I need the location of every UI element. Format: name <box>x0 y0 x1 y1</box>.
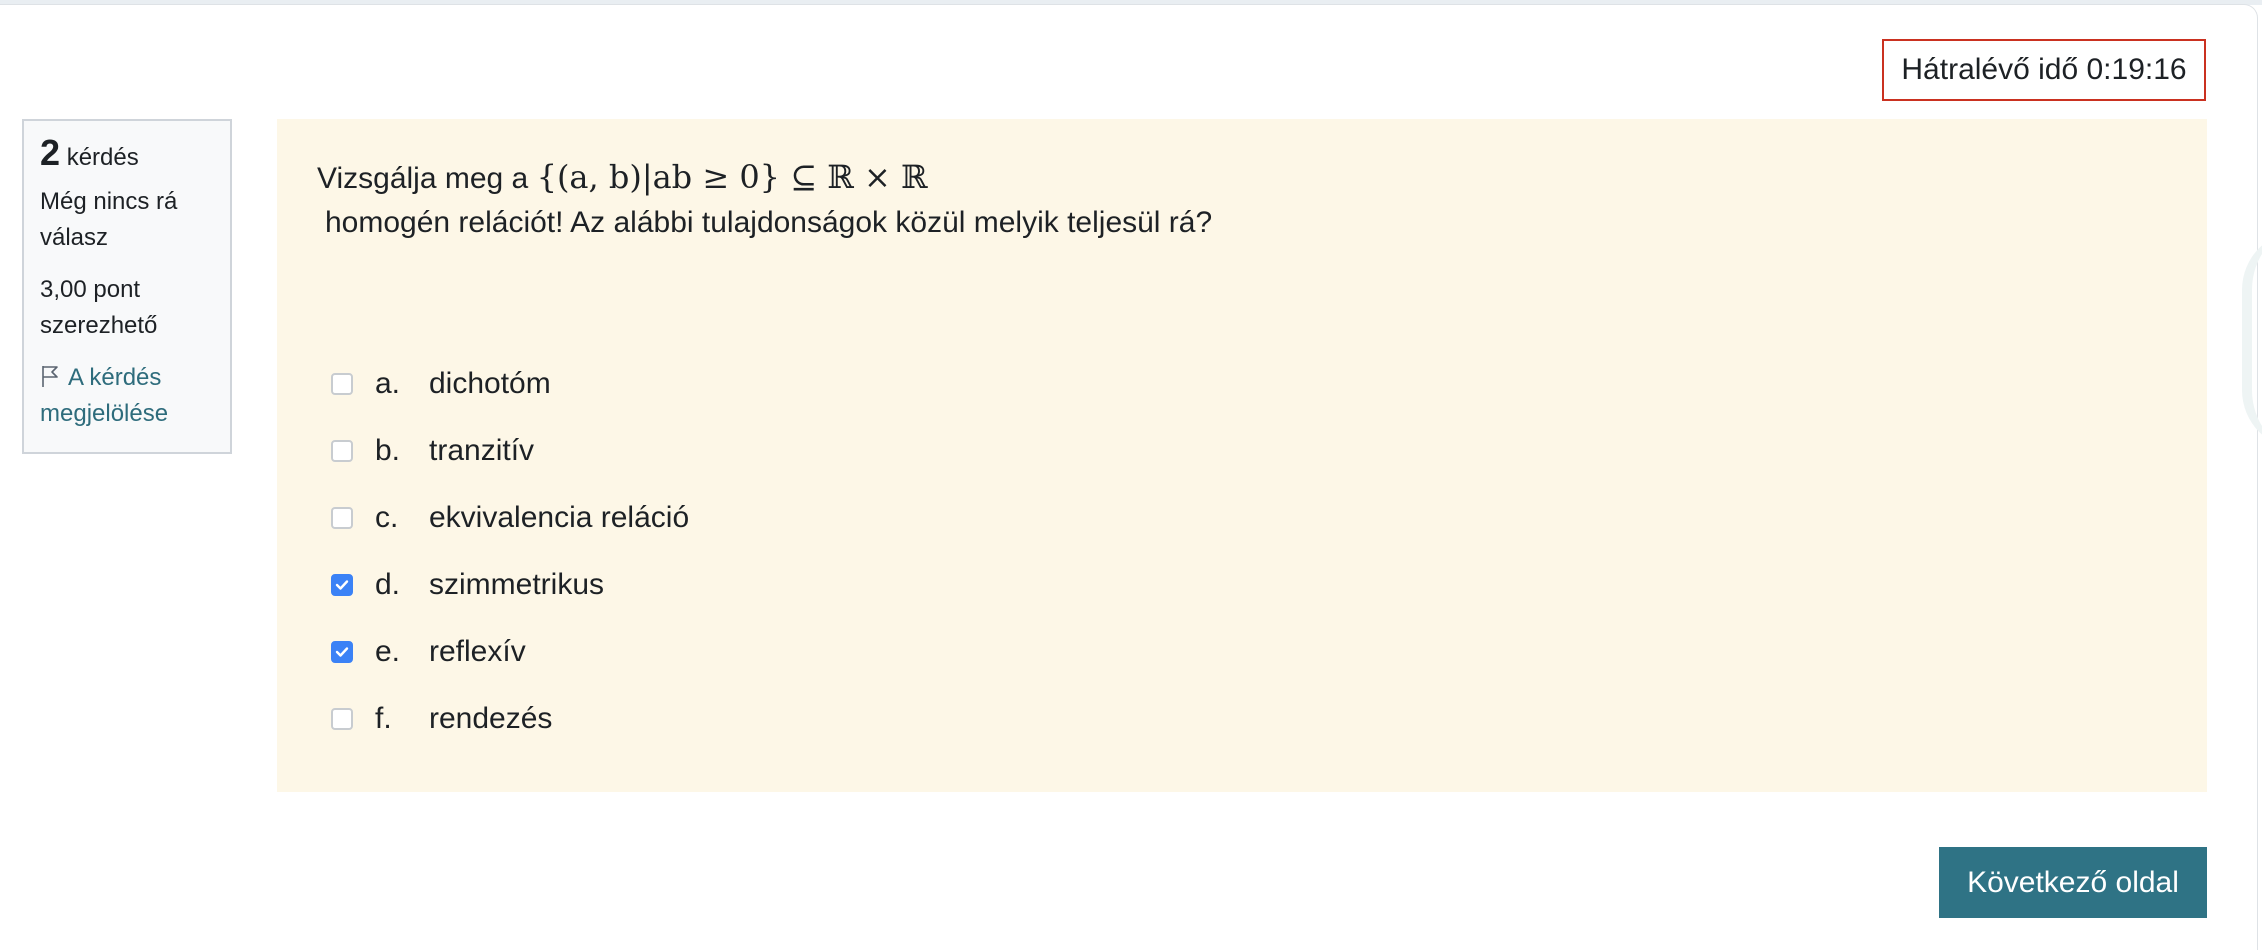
answer-checkbox-f[interactable] <box>331 707 353 730</box>
answer-option-f[interactable]: f. rendezés <box>331 685 689 752</box>
question-line-2: homogén relációt! Az alábbi tulajdonságo… <box>325 206 1213 239</box>
answer-option-a[interactable]: a. dichotóm <box>331 350 689 417</box>
question-state: Még nincs rá válasz <box>40 188 178 251</box>
answer-letter: e. <box>375 634 401 668</box>
question-number: 2 <box>40 132 61 173</box>
answer-letter: f. <box>375 701 392 735</box>
answer-letter: b. <box>375 433 401 467</box>
answer-text: tranzitív <box>429 433 535 467</box>
answer-checkbox-e[interactable] <box>331 640 353 663</box>
question-text: Vizsgálja meg a {(a, b)|ab ≥ 0} ⊆ ℝ × ℝ … <box>317 155 1212 245</box>
answer-text: dichotóm <box>429 366 551 400</box>
question-info: 2 kérdés Még nincs rá válasz 3,00 pont s… <box>22 119 232 454</box>
flag-icon <box>42 366 58 387</box>
question-number-line: 2 kérdés <box>40 135 216 176</box>
question-line-1: Vizsgálja meg a {(a, b)|ab ≥ 0} ⊆ ℝ × ℝ <box>317 155 1212 201</box>
answer-letter: d. <box>375 567 401 601</box>
flag-question-link[interactable]: A kérdés megjelölése <box>40 360 216 432</box>
answer-option-d[interactable]: d. szimmetrikus <box>331 551 689 618</box>
answer-checkbox-b[interactable] <box>331 439 353 462</box>
question-prefix: Vizsgálja meg a <box>317 162 529 195</box>
answer-option-e[interactable]: e. reflexív <box>331 618 689 685</box>
answer-list: a. dichotóm b. tranzitív c. ekvivalencia… <box>331 350 689 752</box>
answer-text: ekvivalencia reláció <box>429 500 690 534</box>
timer-text: Hátralévő idő 0:19:16 <box>1901 53 2187 86</box>
quiz-page: Hátralévő idő 0:19:16 2 kérdés Még nincs… <box>0 0 2262 950</box>
question-grade: 3,00 pont szerezhető <box>40 276 158 339</box>
answer-checkbox-c[interactable] <box>331 506 353 529</box>
answer-text: szimmetrikus <box>429 567 605 601</box>
answer-text: rendezés <box>429 701 553 735</box>
answer-checkbox-a[interactable] <box>331 372 353 395</box>
next-page-label: Következő oldal <box>1967 865 2179 899</box>
answer-letter: c. <box>375 500 399 534</box>
answer-option-b[interactable]: b. tranzitív <box>331 417 689 484</box>
answer-option-c[interactable]: c. ekvivalencia reláció <box>331 484 689 551</box>
question-content: Vizsgálja meg a {(a, b)|ab ≥ 0} ⊆ ℝ × ℝ … <box>277 119 2207 792</box>
answer-text: reflexív <box>429 634 526 668</box>
timer: Hátralévő idő 0:19:16 <box>1882 39 2206 101</box>
question-word: kérdés <box>66 144 139 171</box>
next-page-button[interactable]: Következő oldal <box>1939 847 2207 918</box>
answer-checkbox-d[interactable] <box>331 573 353 596</box>
question-formula: {(a, b)|ab ≥ 0} ⊆ ℝ × ℝ <box>536 158 928 196</box>
answer-letter: a. <box>375 366 401 400</box>
